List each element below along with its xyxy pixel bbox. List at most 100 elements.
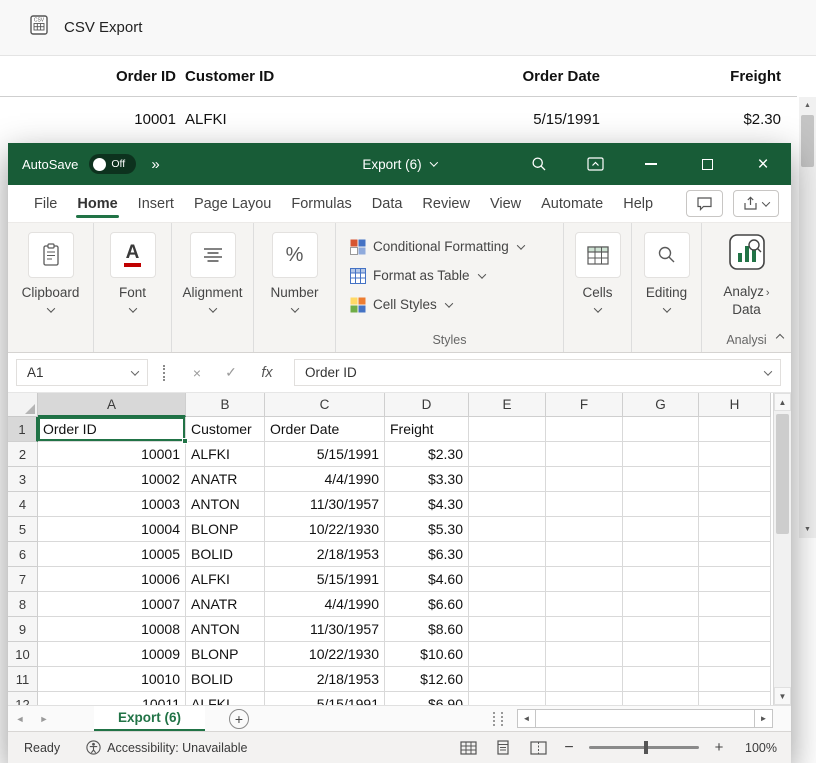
menu-tab-help[interactable]: Help: [613, 185, 663, 222]
cell-styles-button[interactable]: Cell Styles: [350, 290, 452, 319]
scroll-left-icon[interactable]: ◄: [517, 709, 536, 728]
cell-H10[interactable]: [699, 642, 771, 667]
select-all-corner[interactable]: [8, 393, 38, 417]
cell-F3[interactable]: [546, 467, 623, 492]
cell-C9[interactable]: 11/30/1957: [265, 617, 385, 642]
cell-C11[interactable]: 2/18/1953: [265, 667, 385, 692]
cell-E9[interactable]: [469, 617, 546, 642]
cell-D11[interactable]: $12.60: [385, 667, 469, 692]
cell-F9[interactable]: [546, 617, 623, 642]
cell-H2[interactable]: [699, 442, 771, 467]
cell-F10[interactable]: [546, 642, 623, 667]
column-header-F[interactable]: F: [546, 393, 623, 417]
cell-G2[interactable]: [623, 442, 699, 467]
cell-F7[interactable]: [546, 567, 623, 592]
cell-G4[interactable]: [623, 492, 699, 517]
minimize-button[interactable]: [623, 143, 679, 185]
search-button[interactable]: [511, 143, 567, 185]
cell-A9[interactable]: 10008: [38, 617, 186, 642]
menu-tab-insert[interactable]: Insert: [128, 185, 184, 222]
cell-B12[interactable]: ALFKI: [186, 692, 265, 705]
cell-F11[interactable]: [546, 667, 623, 692]
format-as-table-button[interactable]: Format as Table: [350, 261, 485, 290]
share-button[interactable]: [733, 190, 779, 217]
cell-B4[interactable]: ANTON: [186, 492, 265, 517]
cell-H11[interactable]: [699, 667, 771, 692]
zoom-in-button[interactable]: +: [712, 739, 726, 756]
menu-tab-view[interactable]: View: [480, 185, 531, 222]
cell-D5[interactable]: $5.30: [385, 517, 469, 542]
ribbon-group-alignment[interactable]: Alignment: [172, 223, 254, 352]
row-header-4[interactable]: 4: [8, 492, 38, 517]
analyze-data-button[interactable]: [727, 232, 767, 277]
zoom-level[interactable]: 100%: [739, 741, 777, 755]
cell-E1[interactable]: [469, 417, 546, 442]
ribbon-group-number[interactable]: % Number: [254, 223, 336, 352]
conditional-formatting-button[interactable]: Conditional Formatting: [350, 232, 524, 261]
splitter-handle-icon[interactable]: [493, 712, 495, 726]
cell-G10[interactable]: [623, 642, 699, 667]
page-layout-view-button[interactable]: [492, 737, 514, 759]
column-header-C[interactable]: C: [265, 393, 385, 417]
column-header-E[interactable]: E: [469, 393, 546, 417]
cell-H4[interactable]: [699, 492, 771, 517]
zoom-out-button[interactable]: −: [562, 739, 576, 757]
cell-A11[interactable]: 10010: [38, 667, 186, 692]
cell-C2[interactable]: 5/15/1991: [265, 442, 385, 467]
add-sheet-button[interactable]: +: [229, 709, 249, 729]
cell-E2[interactable]: [469, 442, 546, 467]
cell-G3[interactable]: [623, 467, 699, 492]
cell-A12[interactable]: 10011: [38, 692, 186, 705]
cell-H1[interactable]: [699, 417, 771, 442]
formula-bar-input[interactable]: Order ID: [294, 359, 781, 386]
cell-H7[interactable]: [699, 567, 771, 592]
cell-E5[interactable]: [469, 517, 546, 542]
cell-B2[interactable]: ALFKI: [186, 442, 265, 467]
cell-G5[interactable]: [623, 517, 699, 542]
cancel-button[interactable]: ×: [180, 365, 214, 381]
cell-D2[interactable]: $2.30: [385, 442, 469, 467]
cell-C5[interactable]: 10/22/1930: [265, 517, 385, 542]
cell-E12[interactable]: [469, 692, 546, 705]
cell-H6[interactable]: [699, 542, 771, 567]
ribbon-group-font[interactable]: A Font: [94, 223, 172, 352]
cell-B11[interactable]: BOLID: [186, 667, 265, 692]
column-header-G[interactable]: G: [623, 393, 699, 417]
cell-A2[interactable]: 10001: [38, 442, 186, 467]
cell-B7[interactable]: ALFKI: [186, 567, 265, 592]
cell-G8[interactable]: [623, 592, 699, 617]
accessibility-status[interactable]: Accessibility: Unavailable: [86, 740, 247, 755]
ribbon-group-analysis[interactable]: Analyz› Data Analysi: [702, 223, 791, 352]
close-button[interactable]: ×: [735, 143, 791, 185]
cell-H3[interactable]: [699, 467, 771, 492]
cell-B5[interactable]: BLONP: [186, 517, 265, 542]
cell-G7[interactable]: [623, 567, 699, 592]
scroll-right-icon[interactable]: ►: [754, 709, 773, 728]
enter-button[interactable]: ✓: [214, 364, 248, 381]
cell-E6[interactable]: [469, 542, 546, 567]
cell-E4[interactable]: [469, 492, 546, 517]
cell-A1[interactable]: Order ID: [38, 417, 186, 442]
ribbon-display-options-button[interactable]: [567, 143, 623, 185]
grid-vertical-scrollbar[interactable]: ▲ ▼: [773, 393, 791, 705]
alignment-button[interactable]: [190, 232, 236, 278]
row-header-2[interactable]: 2: [8, 442, 38, 467]
row-header-1[interactable]: 1: [8, 417, 38, 442]
cell-E7[interactable]: [469, 567, 546, 592]
cell-H12[interactable]: [699, 692, 771, 705]
cell-A7[interactable]: 10006: [38, 567, 186, 592]
cell-D12[interactable]: $6.90: [385, 692, 469, 705]
menu-tab-page-layou[interactable]: Page Layou: [184, 185, 281, 222]
cell-A3[interactable]: 10002: [38, 467, 186, 492]
cell-B8[interactable]: ANATR: [186, 592, 265, 617]
row-header-8[interactable]: 8: [8, 592, 38, 617]
column-header-A[interactable]: A: [38, 393, 186, 417]
cell-C12[interactable]: 5/15/1991: [265, 692, 385, 705]
cell-E10[interactable]: [469, 642, 546, 667]
cell-D3[interactable]: $3.30: [385, 467, 469, 492]
cell-B9[interactable]: ANTON: [186, 617, 265, 642]
cell-C6[interactable]: 2/18/1953: [265, 542, 385, 567]
scroll-up-icon[interactable]: ▲: [774, 393, 791, 411]
cell-H5[interactable]: [699, 517, 771, 542]
cell-D9[interactable]: $8.60: [385, 617, 469, 642]
